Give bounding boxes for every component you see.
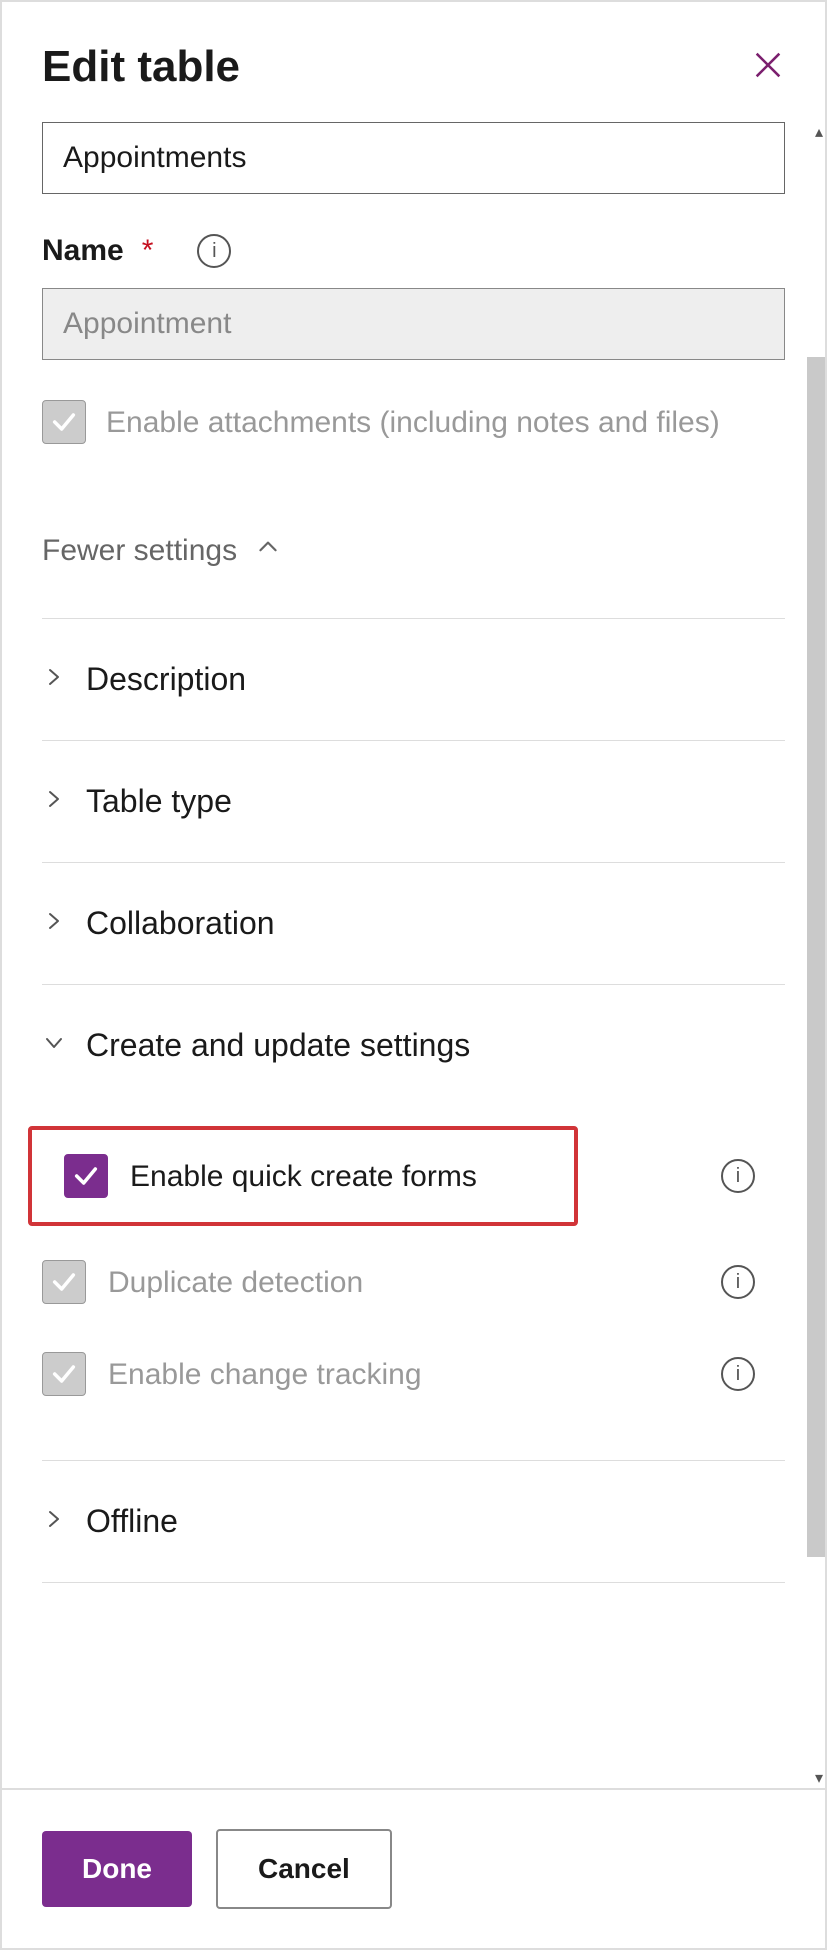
- section-title: Create and update settings: [86, 1027, 470, 1064]
- close-icon[interactable]: [751, 48, 785, 87]
- fewer-settings-toggle[interactable]: Fewer settings: [42, 534, 785, 568]
- section-table-type[interactable]: Table type: [42, 741, 785, 862]
- scroll-thumb[interactable]: [807, 357, 825, 1557]
- change-tracking-label: Enable change tracking: [108, 1352, 699, 1396]
- info-icon[interactable]: i: [721, 1265, 755, 1299]
- section-title: Table type: [86, 783, 232, 820]
- scroll-up-icon[interactable]: ▴: [815, 122, 823, 142]
- done-button[interactable]: Done: [42, 1831, 192, 1907]
- section-collaboration[interactable]: Collaboration: [42, 863, 785, 984]
- required-indicator: *: [142, 234, 154, 268]
- name-input: [42, 288, 785, 360]
- section-title: Offline: [86, 1503, 178, 1540]
- panel-title: Edit table: [42, 42, 240, 92]
- fewer-settings-label: Fewer settings: [42, 534, 237, 568]
- section-title: Collaboration: [86, 905, 275, 942]
- duplicate-label: Duplicate detection: [108, 1260, 699, 1304]
- info-icon[interactable]: i: [197, 234, 231, 268]
- chevron-right-icon: [42, 1507, 66, 1536]
- highlight-quick-create: Enable quick create forms: [28, 1126, 578, 1226]
- change-tracking-checkbox: [42, 1352, 86, 1396]
- section-description[interactable]: Description: [42, 619, 785, 740]
- section-title: Description: [86, 661, 246, 698]
- quick-create-checkbox[interactable]: [64, 1154, 108, 1198]
- cancel-button[interactable]: Cancel: [216, 1829, 392, 1909]
- chevron-right-icon: [42, 909, 66, 938]
- section-create-update[interactable]: Create and update settings: [42, 985, 785, 1106]
- name-label: Name: [42, 234, 124, 268]
- attachments-checkbox: [42, 400, 86, 444]
- chevron-right-icon: [42, 787, 66, 816]
- duplicate-checkbox: [42, 1260, 86, 1304]
- info-icon[interactable]: i: [721, 1159, 755, 1193]
- quick-create-label: Enable quick create forms: [130, 1154, 477, 1198]
- scroll-down-icon[interactable]: ▾: [815, 1768, 823, 1788]
- scrollbar[interactable]: ▴ ▾: [807, 122, 825, 1788]
- chevron-down-icon: [42, 1031, 66, 1060]
- attachments-label: Enable attachments (including notes and …: [106, 400, 720, 444]
- scroll-area: Name * i Enable attachments (including n…: [2, 122, 825, 1788]
- section-offline[interactable]: Offline: [42, 1461, 785, 1582]
- display-name-input[interactable]: [42, 122, 785, 194]
- info-icon[interactable]: i: [721, 1357, 755, 1391]
- chevron-right-icon: [42, 665, 66, 694]
- chevron-up-icon: [255, 534, 281, 568]
